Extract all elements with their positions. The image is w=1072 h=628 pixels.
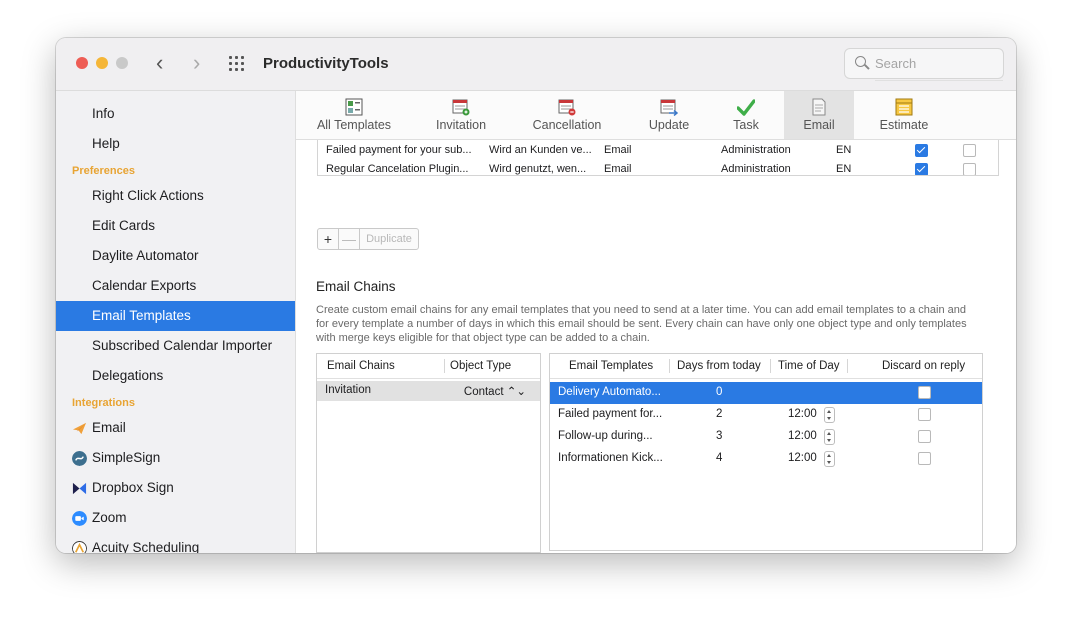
tab-task[interactable]: Task xyxy=(724,91,768,139)
search-placeholder: Search xyxy=(875,56,1003,81)
chain-template-row[interactable]: Delivery Automato... 0 xyxy=(550,382,982,404)
cancellation-icon xyxy=(558,99,576,116)
search-input[interactable]: Search xyxy=(844,48,1004,81)
invitation-icon xyxy=(452,99,470,116)
title-bar: ‹ › ProductivityTools Search xyxy=(56,38,1016,91)
content-area: Failed payment for your sub... Wird an K… xyxy=(296,140,1016,553)
sidebar-item-calendar-exports[interactable]: Calendar Exports xyxy=(56,271,295,301)
sidebar-item-dropbox-sign[interactable]: Dropbox Sign xyxy=(56,473,295,503)
search-icon xyxy=(855,56,866,67)
sidebar-item-subscribed-calendar-importer[interactable]: Subscribed Calendar Importer xyxy=(56,331,295,361)
sidebar: Info Help Preferences Right Click Action… xyxy=(56,91,296,553)
sidebar-item-right-click-actions[interactable]: Right Click Actions xyxy=(56,181,295,211)
discard-checkbox[interactable] xyxy=(918,408,931,421)
sidebar-item-email[interactable]: Email xyxy=(56,413,295,443)
app-window: ‹ › ProductivityTools Search Info Help P… xyxy=(56,38,1016,553)
sidebar-item-daylite-automator[interactable]: Daylite Automator xyxy=(56,241,295,271)
checkbox[interactable] xyxy=(915,163,928,175)
chain-row[interactable]: Invitation Contact ⌃⌄ xyxy=(317,381,540,401)
preferences-header: Preferences xyxy=(72,165,135,177)
email-chains-title: Email Chains xyxy=(316,279,396,294)
checkbox[interactable] xyxy=(963,163,976,175)
acuity-icon xyxy=(72,541,87,553)
back-arrow-icon[interactable]: ‹ xyxy=(156,52,163,74)
chain-template-row[interactable]: Informationen Kick... 4 12:00 xyxy=(550,448,982,470)
sidebar-item-simplesign[interactable]: SimpleSign xyxy=(56,443,295,473)
integrations-header: Integrations xyxy=(72,397,135,409)
window-title: ProductivityTools xyxy=(263,55,389,72)
tab-email[interactable]: Email xyxy=(784,91,854,139)
zoom-window-button[interactable] xyxy=(116,57,128,69)
grid-view-icon[interactable] xyxy=(229,56,247,72)
time-stepper[interactable] xyxy=(824,407,835,423)
dropbox-sign-icon xyxy=(72,482,87,495)
table-header: Email Templates Days from today Time of … xyxy=(550,354,982,379)
sidebar-item-info[interactable]: Info xyxy=(56,99,295,129)
simplesign-icon xyxy=(72,451,87,466)
time-field[interactable]: 12:00 xyxy=(788,452,817,464)
close-window-button[interactable] xyxy=(76,57,88,69)
table-row[interactable]: Regular Cancelation Plugin... Wird genut… xyxy=(318,160,998,175)
tab-cancellation[interactable]: Cancellation xyxy=(522,91,612,139)
tab-all-templates[interactable]: All Templates xyxy=(310,91,398,139)
tab-update[interactable]: Update xyxy=(634,91,704,139)
sidebar-item-zoom[interactable]: Zoom xyxy=(56,503,295,533)
discard-checkbox[interactable] xyxy=(918,452,931,465)
minimize-window-button[interactable] xyxy=(96,57,108,69)
zoom-icon xyxy=(72,511,87,526)
checkbox[interactable] xyxy=(915,144,928,157)
checkbox[interactable] xyxy=(963,144,976,157)
tab-invitation[interactable]: Invitation xyxy=(420,91,502,139)
chain-templates-table: Email Templates Days from today Time of … xyxy=(549,353,983,551)
template-type-toolbar: All Templates Invitation Cancellation Up… xyxy=(296,91,1016,140)
templates-table: Failed payment for your sub... Wird an K… xyxy=(317,140,999,176)
estimate-icon xyxy=(895,98,913,116)
add-template-button[interactable]: + xyxy=(318,229,339,249)
email-chains-description: Create custom email chains for any email… xyxy=(316,304,967,344)
table-row[interactable]: Failed payment for your sub... Wird an K… xyxy=(318,141,998,159)
sidebar-item-edit-cards[interactable]: Edit Cards xyxy=(56,211,295,241)
time-field[interactable]: 12:00 xyxy=(788,408,817,420)
time-field[interactable]: 12:00 xyxy=(788,430,817,442)
checkmark-icon xyxy=(737,99,755,116)
email-document-icon xyxy=(812,98,826,116)
time-stepper[interactable] xyxy=(824,451,835,467)
paper-plane-icon xyxy=(72,422,87,435)
time-stepper[interactable] xyxy=(824,429,835,445)
discard-checkbox[interactable] xyxy=(918,386,931,399)
update-icon xyxy=(660,99,678,116)
sidebar-item-delegations[interactable]: Delegations xyxy=(56,361,295,391)
discard-checkbox[interactable] xyxy=(918,430,931,443)
sidebar-item-email-templates[interactable]: Email Templates xyxy=(56,301,295,331)
tab-estimate[interactable]: Estimate xyxy=(874,91,934,139)
all-templates-icon xyxy=(345,98,363,116)
email-chains-list: Email Chains Object Type Invitation Cont… xyxy=(316,353,541,553)
templates-button-group: + — Duplicate xyxy=(317,228,419,250)
chain-template-row[interactable]: Failed payment for... 2 12:00 xyxy=(550,404,982,426)
object-type-select[interactable]: Contact ⌃⌄ xyxy=(464,384,526,398)
remove-template-button[interactable]: — xyxy=(339,229,360,249)
table-header: Email Chains Object Type xyxy=(317,354,540,379)
forward-arrow-icon[interactable]: › xyxy=(193,52,200,74)
sidebar-item-acuity-scheduling[interactable]: Acuity Scheduling xyxy=(56,533,295,553)
sidebar-item-help[interactable]: Help xyxy=(56,129,295,159)
duplicate-template-button[interactable]: Duplicate xyxy=(360,229,418,249)
chain-template-row[interactable]: Follow-up during... 3 12:00 xyxy=(550,426,982,448)
